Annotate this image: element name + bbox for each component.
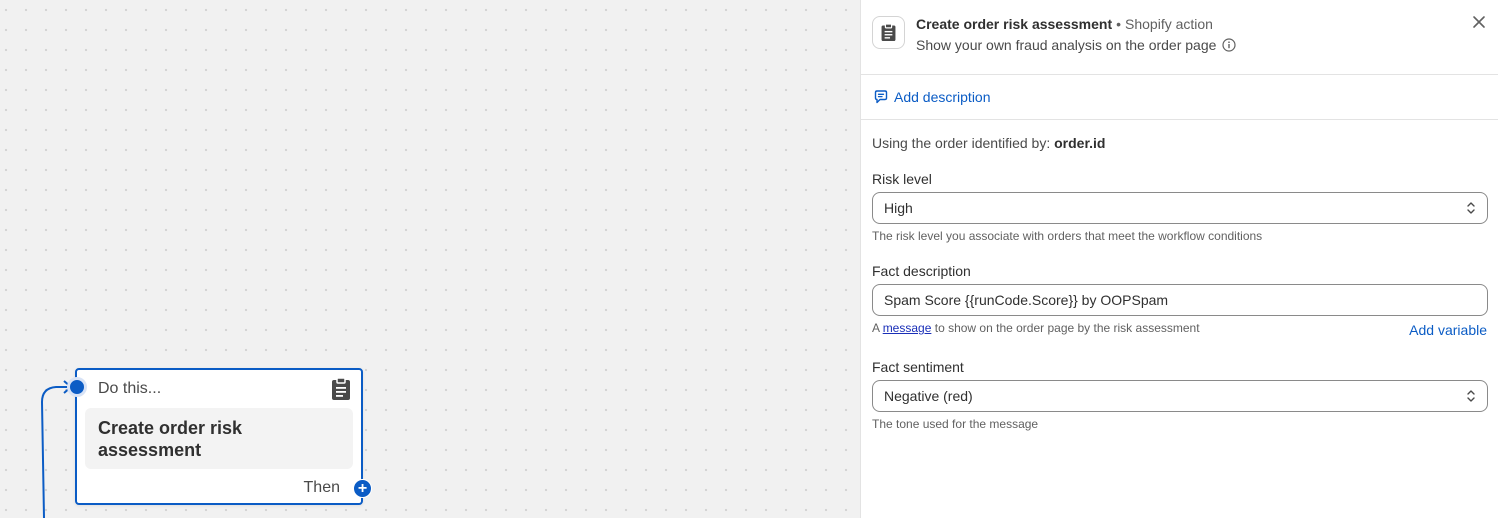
panel-subtitle-row: Show your own fraud analysis on the orde… <box>916 37 1237 53</box>
fact-description-label: Fact description <box>872 263 971 279</box>
clipboard-icon <box>332 377 350 400</box>
add-description-label: Add description <box>894 89 991 105</box>
fact-sentiment-select[interactable]: Negative (red) <box>872 380 1488 412</box>
add-description-button[interactable]: Add description <box>873 89 991 105</box>
action-config-panel: Create order risk assessment • Shopify act… <box>860 0 1498 518</box>
panel-subtitle: Show your own fraud analysis on the orde… <box>916 37 1217 53</box>
help-suffix: to show on the order page by the risk as… <box>934 321 1200 335</box>
node-header: Do this... <box>98 380 162 397</box>
select-chevron-icon <box>1467 202 1475 214</box>
title-separator: • <box>1116 16 1122 32</box>
clipboard-icon <box>881 23 896 41</box>
risk-level-select[interactable]: High <box>872 192 1488 224</box>
order-identifier-prefix: Using the order identified by: <box>872 135 1051 151</box>
fact-description-value: Spam Score {{runCode.Score}} by OOPSpam <box>884 292 1169 308</box>
help-prefix: A <box>872 321 880 335</box>
panel-title: Create order risk assessment <box>916 16 1113 32</box>
panel-action-icon <box>872 16 905 49</box>
node-title: Create order risk assessment <box>85 408 353 469</box>
close-icon[interactable] <box>1471 14 1487 30</box>
action-node[interactable]: Do this... Create order risk assessment … <box>67 368 372 505</box>
node-input-handle[interactable] <box>67 377 87 397</box>
order-identifier-value: order.id <box>1054 135 1106 151</box>
comment-edit-icon <box>874 90 888 104</box>
panel-title-row: Create order risk assessment • Shopify act… <box>916 16 1213 32</box>
add-variable-button[interactable]: Add variable <box>1409 322 1487 338</box>
add-step-button[interactable]: + <box>353 479 372 498</box>
fact-sentiment-value: Negative (red) <box>884 388 973 404</box>
risk-level-label: Risk level <box>872 171 932 187</box>
message-link[interactable]: message <box>883 321 932 335</box>
info-icon[interactable] <box>1222 38 1237 52</box>
workflow-canvas[interactable]: Do this... Create order risk assessment … <box>0 0 860 518</box>
order-identifier-row: Using the order identified by: order.id <box>872 135 1105 151</box>
panel-action-type: Shopify action <box>1125 16 1213 32</box>
fact-description-input[interactable]: Spam Score {{runCode.Score}} by OOPSpam <box>872 284 1488 316</box>
fact-description-help: A message to show on the order page by t… <box>872 321 1200 335</box>
fact-sentiment-help: The tone used for the message <box>872 417 1039 431</box>
fact-sentiment-label: Fact sentiment <box>872 359 964 375</box>
node-then-label: Then <box>303 479 340 496</box>
risk-level-value: High <box>884 200 913 216</box>
select-chevron-icon <box>1467 390 1475 402</box>
risk-level-help: The risk level you associate with orders… <box>872 229 1263 243</box>
panel-header: Create order risk assessment • Shopify act… <box>861 0 1498 75</box>
description-row: Add description <box>861 75 1498 120</box>
